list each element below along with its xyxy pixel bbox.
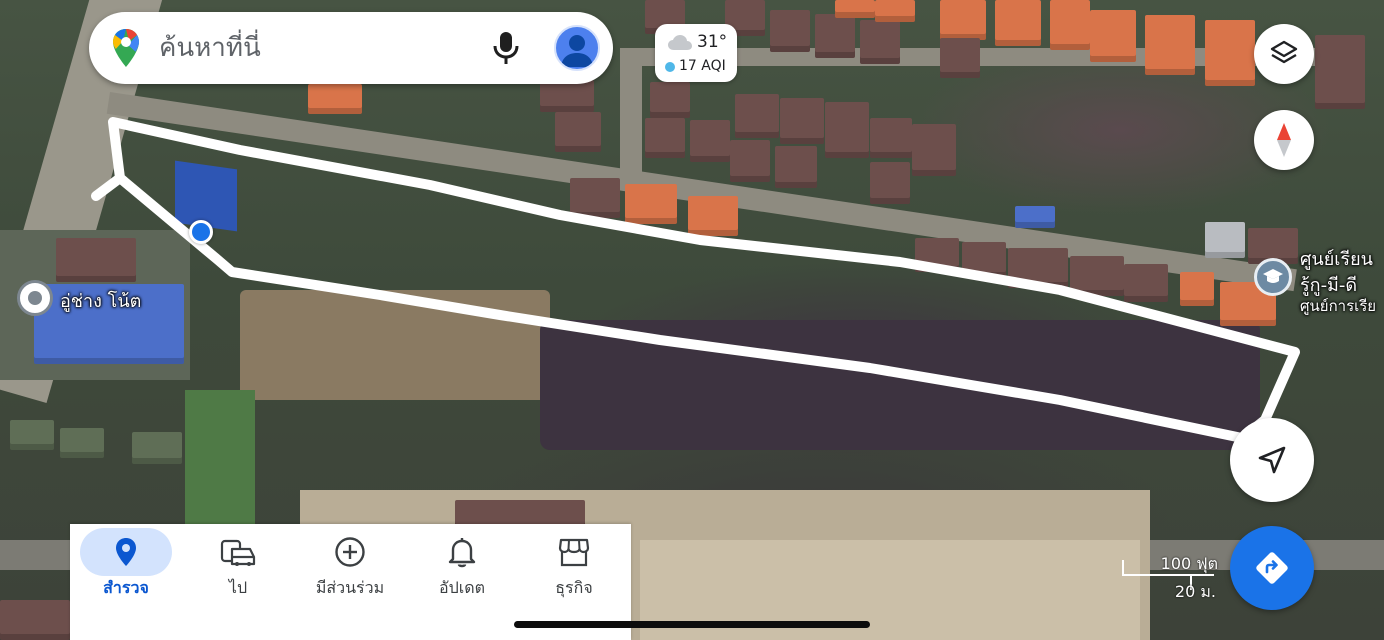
compass-icon	[1277, 123, 1291, 157]
google-maps-logo-icon	[113, 29, 139, 67]
home-indicator[interactable]	[514, 621, 870, 628]
microphone-icon[interactable]	[489, 28, 523, 68]
cloud-icon	[668, 35, 692, 50]
directions-button[interactable]	[1230, 526, 1314, 610]
compass-button[interactable]	[1254, 110, 1314, 170]
nav-explore-label: สำรวจ	[103, 578, 149, 597]
storefront-icon	[554, 534, 594, 570]
car-icon	[218, 534, 258, 570]
school-icon[interactable]	[1254, 258, 1292, 296]
directions-icon	[1256, 552, 1288, 584]
person-icon	[561, 35, 593, 67]
nav-contribute[interactable]: มีส่วนร่วม	[294, 524, 406, 640]
account-avatar[interactable]	[554, 25, 600, 71]
nav-business-label: ธุรกิจ	[555, 578, 593, 597]
scale-meters: 20 ม.	[1174, 582, 1216, 601]
nav-go[interactable]: ไป	[182, 524, 294, 640]
navigation-arrow-icon	[1258, 446, 1286, 474]
add-circle-icon	[330, 534, 370, 570]
weather-chip[interactable]: 31° 17 AQI	[655, 24, 737, 82]
place-pin-icon[interactable]	[17, 280, 53, 316]
search-bar[interactable]	[89, 12, 613, 84]
scale-bar	[1122, 574, 1214, 576]
search-input[interactable]	[159, 26, 469, 70]
place-label-school-subtitle[interactable]: ศูนย์การเรีย	[1300, 294, 1376, 318]
nav-explore[interactable]: สำรวจ	[70, 524, 182, 640]
map-scale: 100 ฟุต 20 ม.	[1120, 550, 1220, 601]
aqi-indicator-icon	[665, 62, 675, 72]
nav-updates-label: อัปเดต	[438, 578, 485, 597]
location-pin-icon	[106, 534, 146, 570]
my-location-button[interactable]	[1230, 418, 1314, 502]
nav-contribute-label: มีส่วนร่วม	[315, 578, 385, 597]
layers-button[interactable]	[1254, 24, 1314, 84]
place-label-school[interactable]: ศูนย์เรียน	[1300, 244, 1373, 273]
bell-icon	[442, 534, 482, 570]
weather-temperature: 31°	[697, 32, 728, 52]
place-label-garage[interactable]: อู่ช่าง โน้ต	[60, 286, 141, 315]
nav-go-label: ไป	[228, 578, 248, 597]
weather-aqi: 17 AQI	[679, 58, 726, 74]
nav-updates[interactable]: อัปเดต	[406, 524, 518, 640]
current-location-dot	[189, 220, 213, 244]
layers-icon	[1270, 40, 1298, 64]
